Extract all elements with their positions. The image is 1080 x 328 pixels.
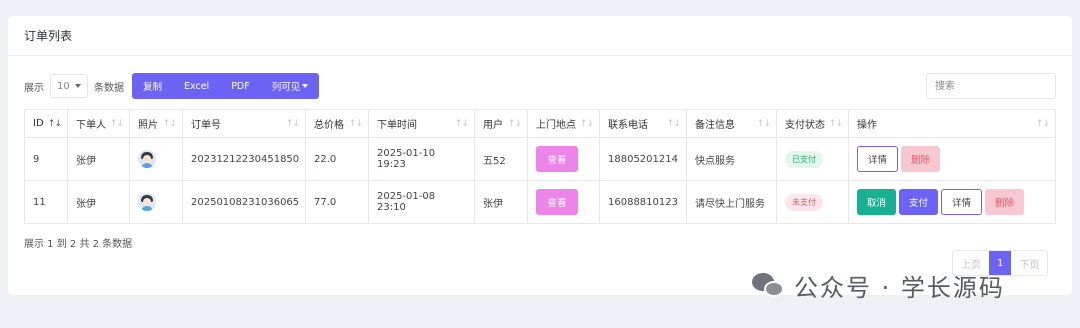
column-header-time[interactable]: 下单时间 ↑↓ bbox=[368, 109, 475, 138]
delete-button[interactable]: 删除 bbox=[901, 146, 941, 172]
cell-order-no: 20250108231036065 bbox=[182, 180, 306, 224]
table-toolbar: 展示 10 条数据 复制 Excel PDF 列可见 bbox=[24, 72, 1056, 100]
cell-customer: 张伊 bbox=[67, 180, 130, 224]
page-size-select[interactable]: 10 bbox=[50, 74, 88, 98]
cell-time: 2025-01-08 23:10 bbox=[368, 180, 475, 224]
cell-location: 查看 bbox=[527, 137, 600, 181]
next-page-button[interactable]: 下页 bbox=[1011, 251, 1047, 275]
cell-location: 查看 bbox=[527, 180, 600, 224]
cell-id: 11 bbox=[24, 180, 68, 224]
column-visibility-label: 列可见 bbox=[271, 82, 301, 93]
cell-time: 2025-01-10 19:23 bbox=[368, 137, 475, 181]
sort-icon: ↑↓ bbox=[1035, 118, 1050, 129]
copy-button[interactable]: 复制 bbox=[132, 73, 173, 99]
cell-remark: 请尽快上门服务 bbox=[686, 180, 777, 224]
avatar bbox=[138, 193, 156, 211]
column-header-user[interactable]: 用户 ↑↓ bbox=[474, 109, 528, 138]
pay-button[interactable]: 支付 bbox=[899, 189, 939, 215]
detail-button[interactable]: 详情 bbox=[857, 146, 899, 172]
view-location-button[interactable]: 查看 bbox=[536, 189, 578, 215]
table-header-row: ID ↑↓ 下单人 ↑↓ 照片 ↑↓ 订单号 ↑↓ 总价格 ↑↓ 下单时间 ↑↓ 用户 ↑↓ … bbox=[24, 109, 1056, 138]
pdf-button[interactable]: PDF bbox=[220, 73, 261, 99]
cell-customer: 张伊 bbox=[67, 137, 130, 181]
length-suffix: 条数据 bbox=[94, 82, 124, 94]
sort-icon: ↑↓ bbox=[285, 118, 300, 129]
page-length-control: 展示 10 条数据 bbox=[24, 74, 124, 98]
cell-order-no: 20231212230451850 bbox=[182, 137, 306, 181]
cell-total: 77.0 bbox=[305, 180, 369, 224]
cell-photo bbox=[129, 180, 183, 224]
column-header-actions[interactable]: 操作 ↑↓ bbox=[848, 109, 1056, 138]
cell-photo bbox=[129, 137, 183, 181]
chevron-down-icon bbox=[75, 84, 81, 88]
table-row: 11 张伊 20250108231036065 77.0 2025-01-08 … bbox=[24, 180, 1056, 224]
sort-icon: ↑↓ bbox=[162, 118, 177, 129]
sort-icon: ↑↓ bbox=[828, 118, 843, 129]
table-info: 展示 1 到 2 共 2 条数据 bbox=[24, 239, 133, 250]
orders-card: 订单列表 展示 10 条数据 复制 Excel PDF 列可见 搜索 ID ↑↓… bbox=[8, 16, 1072, 295]
export-button-group: 复制 Excel PDF 列可见 bbox=[132, 73, 320, 99]
column-visibility-button[interactable]: 列可见 bbox=[261, 73, 320, 99]
orders-table: ID ↑↓ 下单人 ↑↓ 照片 ↑↓ 订单号 ↑↓ 总价格 ↑↓ 下单时间 ↑↓ 用户 ↑↓ … bbox=[24, 109, 1056, 224]
cell-phone: 16088810123 bbox=[599, 180, 687, 224]
sort-icon: ↑↓ bbox=[756, 118, 771, 129]
cell-phone: 18805201214 bbox=[599, 137, 687, 181]
sort-icon: ↑↓ bbox=[666, 118, 681, 129]
column-header-id[interactable]: ID ↑↓ bbox=[24, 109, 68, 138]
column-header-status[interactable]: 支付状态 ↑↓ bbox=[776, 109, 849, 138]
cell-actions: 取消 支付 详情 删除 bbox=[848, 180, 1056, 224]
column-header-customer[interactable]: 下单人 ↑↓ bbox=[67, 109, 130, 138]
card-header: 订单列表 bbox=[8, 16, 1072, 56]
page-title: 订单列表 bbox=[24, 29, 73, 43]
column-header-photo[interactable]: 照片 ↑↓ bbox=[129, 109, 183, 138]
search-input[interactable] bbox=[926, 73, 1056, 99]
page-size-value: 10 bbox=[57, 80, 70, 92]
cell-status: 未支付 bbox=[776, 180, 849, 224]
cell-id: 9 bbox=[24, 137, 68, 181]
cell-total: 22.0 bbox=[305, 137, 369, 181]
watermark-text: 公众号 · 学长源码 bbox=[794, 274, 1005, 302]
delete-button[interactable]: 删除 bbox=[985, 189, 1025, 215]
table-row: 9 张伊 20231212230451850 22.0 2025-01-10 1… bbox=[24, 137, 1056, 181]
length-prefix: 展示 bbox=[24, 82, 44, 94]
excel-button[interactable]: Excel bbox=[173, 73, 220, 99]
column-header-order-no[interactable]: 订单号 ↑↓ bbox=[182, 109, 306, 138]
watermark: 公众号 · 学长源码 bbox=[752, 268, 1005, 303]
column-header-total[interactable]: 总价格 ↑↓ bbox=[305, 109, 369, 138]
column-header-location[interactable]: 上门地点 ↑↓ bbox=[527, 109, 600, 138]
detail-button[interactable]: 详情 bbox=[941, 189, 983, 215]
cell-user: 张伊 bbox=[474, 180, 528, 224]
cell-actions: 详情 删除 bbox=[848, 137, 1056, 181]
chevron-down-icon bbox=[302, 84, 309, 88]
avatar bbox=[138, 150, 156, 168]
cell-remark: 快点服务 bbox=[686, 137, 777, 181]
status-badge: 已支付 bbox=[785, 150, 823, 168]
view-location-button[interactable]: 查看 bbox=[536, 146, 578, 172]
cell-user: 五52 bbox=[474, 137, 528, 181]
sort-icon: ↑↓ bbox=[579, 118, 594, 129]
column-header-remark[interactable]: 备注信息 ↑↓ bbox=[686, 109, 777, 138]
cell-status: 已支付 bbox=[776, 137, 849, 181]
wechat-icon bbox=[752, 272, 786, 299]
column-header-phone[interactable]: 联系电话 ↑↓ bbox=[599, 109, 687, 138]
sort-asc-icon: ↑↓ bbox=[47, 118, 62, 129]
sort-icon: ↑↓ bbox=[454, 118, 469, 129]
cancel-button[interactable]: 取消 bbox=[857, 189, 897, 215]
sort-icon: ↑↓ bbox=[507, 118, 522, 129]
status-badge: 未支付 bbox=[785, 193, 823, 211]
sort-icon: ↑↓ bbox=[348, 118, 363, 129]
sort-icon: ↑↓ bbox=[109, 118, 124, 129]
